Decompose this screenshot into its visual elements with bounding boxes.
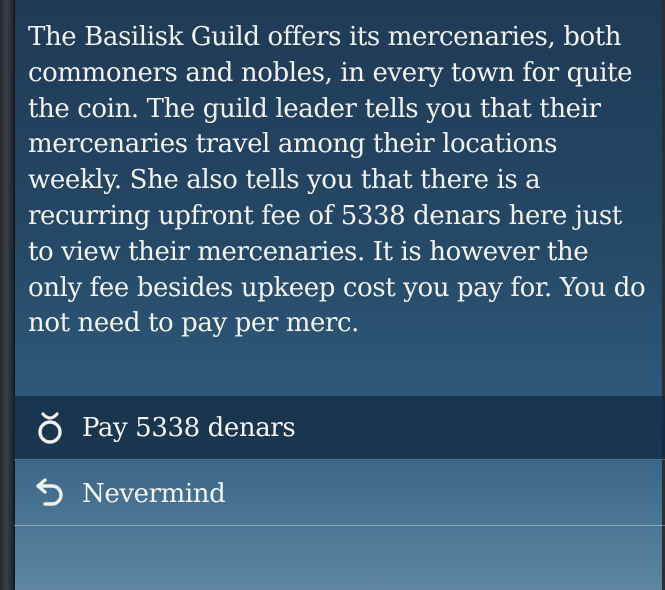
- option-pay-fee-label: Pay 5338 denars: [82, 412, 296, 443]
- coin-pouch-icon: [30, 408, 70, 448]
- dialog-panel: The Basilisk Guild offers its mercenarie…: [0, 0, 665, 590]
- option-nevermind[interactable]: Nevermind: [14, 462, 665, 526]
- option-nevermind-label: Nevermind: [82, 478, 226, 509]
- back-arrow-icon: [30, 474, 70, 514]
- panel-frame-left: [0, 0, 15, 590]
- dialog-description: The Basilisk Guild offers its mercenarie…: [28, 22, 646, 339]
- option-pay-fee[interactable]: Pay 5338 denars: [14, 396, 665, 460]
